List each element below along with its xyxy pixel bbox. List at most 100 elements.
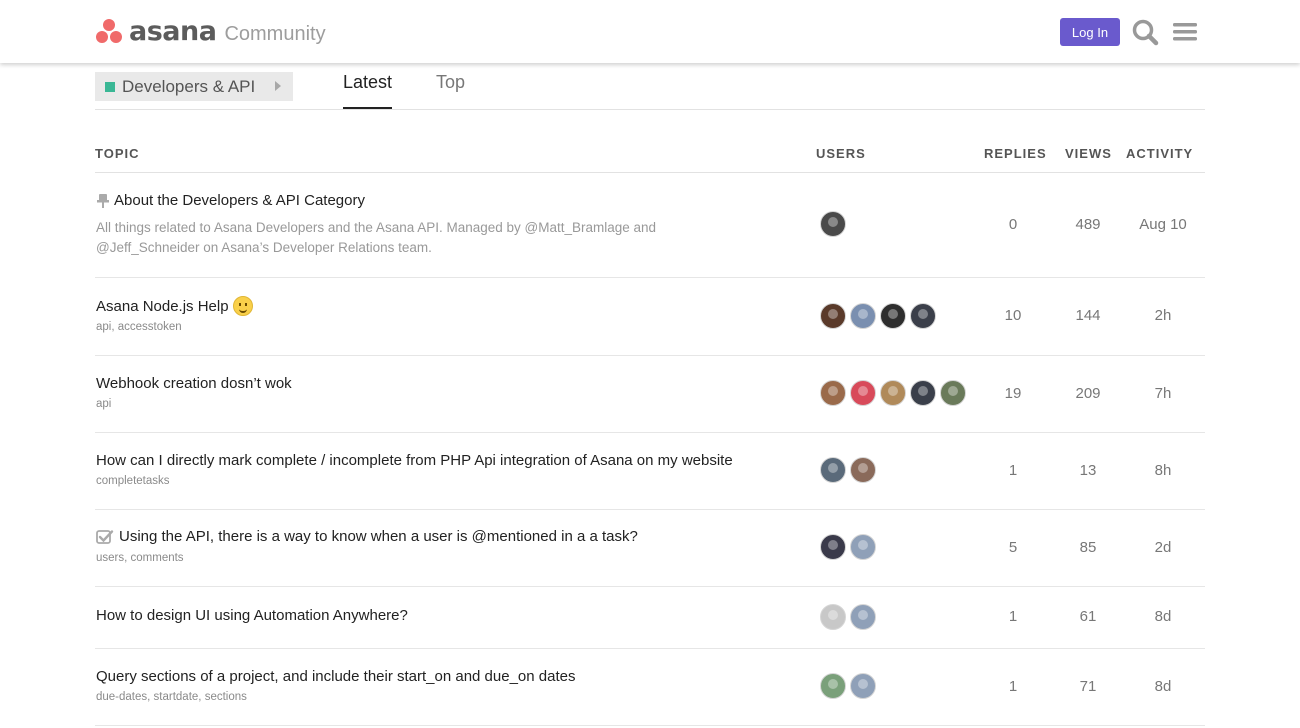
topic-row: Query sections of a project, and include… (95, 649, 1205, 726)
column-header-views[interactable]: VIEWS (1065, 146, 1112, 161)
brand-suffix: Community (224, 22, 326, 45)
asana-logo-icon (95, 18, 123, 44)
topic-views: 489 (1075, 216, 1101, 233)
asana-community-logo[interactable]: asana Community (95, 14, 326, 48)
user-avatar[interactable] (850, 534, 876, 560)
topic-activity[interactable]: 8d (1133, 608, 1193, 625)
topic-tags: users, comments (96, 552, 184, 564)
topic-row: Asana Node.js Help api, accesstoken 10 1… (95, 278, 1205, 356)
topic-activity[interactable]: 7h (1133, 385, 1193, 402)
user-avatar[interactable] (850, 303, 876, 329)
topic-row: About the Developers & API Category All … (95, 173, 1205, 278)
topic-excerpt[interactable]: All things related to Asana Developers a… (96, 218, 716, 258)
login-button[interactable]: Log In (1060, 18, 1120, 46)
nav-divider (95, 109, 1205, 110)
topic-title-line: How can I directly mark complete / incom… (96, 452, 733, 469)
topic-row: How can I directly mark complete / incom… (95, 433, 1205, 510)
solved-checkbox-icon (96, 529, 114, 545)
tag-link[interactable]: accesstoken (118, 321, 182, 333)
user-avatar[interactable] (820, 380, 846, 406)
tag-link[interactable]: api (96, 321, 111, 333)
hamburger-menu-icon[interactable] (1170, 17, 1200, 47)
topic-tags: api, accesstoken (96, 321, 182, 333)
topic-replies: 1 (1008, 462, 1018, 479)
topic-users (820, 604, 880, 630)
tag-link[interactable]: due-dates (96, 691, 147, 703)
topic-users (820, 303, 940, 329)
column-header-replies[interactable]: REPLIES (984, 146, 1047, 161)
pin-icon (96, 193, 110, 209)
topic-views: 13 (1079, 462, 1097, 479)
topic-tags: completetasks (96, 475, 170, 487)
user-avatar[interactable] (820, 673, 846, 699)
topic-title-line: Query sections of a project, and include… (96, 668, 575, 685)
topic-replies: 5 (1008, 539, 1018, 556)
user-avatar[interactable] (820, 211, 846, 237)
topic-title[interactable]: About the Developers & API Category (114, 192, 365, 209)
topic-views: 71 (1079, 678, 1097, 695)
user-avatar[interactable] (820, 457, 846, 483)
user-avatar[interactable] (820, 534, 846, 560)
topic-users (820, 211, 850, 237)
topic-users (820, 457, 880, 483)
topic-row: Using the API, there is a way to know wh… (95, 510, 1205, 587)
topic-title[interactable]: Using the API, there is a way to know wh… (119, 528, 638, 545)
topic-activity[interactable]: 2h (1133, 307, 1193, 324)
user-avatar[interactable] (820, 604, 846, 630)
topic-views: 144 (1075, 307, 1101, 324)
topic-title[interactable]: Query sections of a project, and include… (96, 668, 575, 685)
topic-tags: due-dates, startdate, sections (96, 691, 247, 703)
user-avatar[interactable] (820, 303, 846, 329)
topic-activity[interactable]: 8d (1133, 678, 1193, 695)
user-avatar[interactable] (880, 380, 906, 406)
category-label: Developers & API (122, 76, 256, 96)
topic-users (820, 534, 880, 560)
topic-title[interactable]: How can I directly mark complete / incom… (96, 452, 733, 469)
topic-activity[interactable]: Aug 10 (1133, 216, 1193, 233)
tag-link[interactable]: api (96, 398, 111, 410)
topic-row: How to design UI using Automation Anywhe… (95, 587, 1205, 649)
topic-title-line: Asana Node.js Help (96, 296, 253, 316)
column-header-users: USERS (816, 146, 866, 161)
topic-replies: 19 (1004, 385, 1022, 402)
slightly-smiling-face-icon (232, 296, 253, 316)
user-avatar[interactable] (940, 380, 966, 406)
brand-name: asana (129, 15, 217, 47)
topic-activity[interactable]: 8h (1133, 462, 1193, 479)
tag-link[interactable]: completetasks (96, 475, 170, 487)
topic-activity[interactable]: 2d (1133, 539, 1193, 556)
topic-users (820, 380, 970, 406)
search-icon[interactable] (1130, 17, 1160, 47)
tag-link[interactable]: startdate (154, 691, 199, 703)
category-dropdown[interactable]: Developers & API (95, 72, 293, 101)
tab-latest[interactable]: Latest (343, 72, 392, 110)
user-avatar[interactable] (850, 673, 876, 699)
user-avatar[interactable] (910, 380, 936, 406)
topic-replies: 0 (1008, 216, 1018, 233)
topic-title-line: About the Developers & API Category (96, 192, 365, 209)
user-avatar[interactable] (850, 604, 876, 630)
tag-link[interactable]: users (96, 552, 124, 564)
topic-replies: 1 (1008, 678, 1018, 695)
tab-top[interactable]: Top (436, 72, 466, 110)
user-avatar[interactable] (850, 457, 876, 483)
topic-views: 209 (1075, 385, 1101, 402)
caret-right-icon (275, 81, 281, 91)
user-avatar[interactable] (880, 303, 906, 329)
topic-users (820, 673, 880, 699)
tag-link[interactable]: comments (131, 552, 184, 564)
topic-title[interactable]: Asana Node.js Help (96, 298, 229, 315)
site-header: asana Community Log In (0, 0, 1300, 63)
topic-views: 61 (1079, 608, 1097, 625)
topic-views: 85 (1079, 539, 1097, 556)
topic-title-line: How to design UI using Automation Anywhe… (96, 607, 408, 624)
topic-title[interactable]: How to design UI using Automation Anywhe… (96, 607, 408, 624)
user-avatar[interactable] (910, 303, 936, 329)
topic-title[interactable]: Webhook creation dosn’t wok (96, 375, 292, 392)
topic-title-line: Using the API, there is a way to know wh… (96, 528, 638, 545)
user-avatar[interactable] (850, 380, 876, 406)
topic-replies: 10 (1004, 307, 1022, 324)
column-header-topic: TOPIC (95, 146, 140, 161)
tag-link[interactable]: sections (205, 691, 247, 703)
column-header-activity[interactable]: ACTIVITY (1126, 146, 1193, 161)
